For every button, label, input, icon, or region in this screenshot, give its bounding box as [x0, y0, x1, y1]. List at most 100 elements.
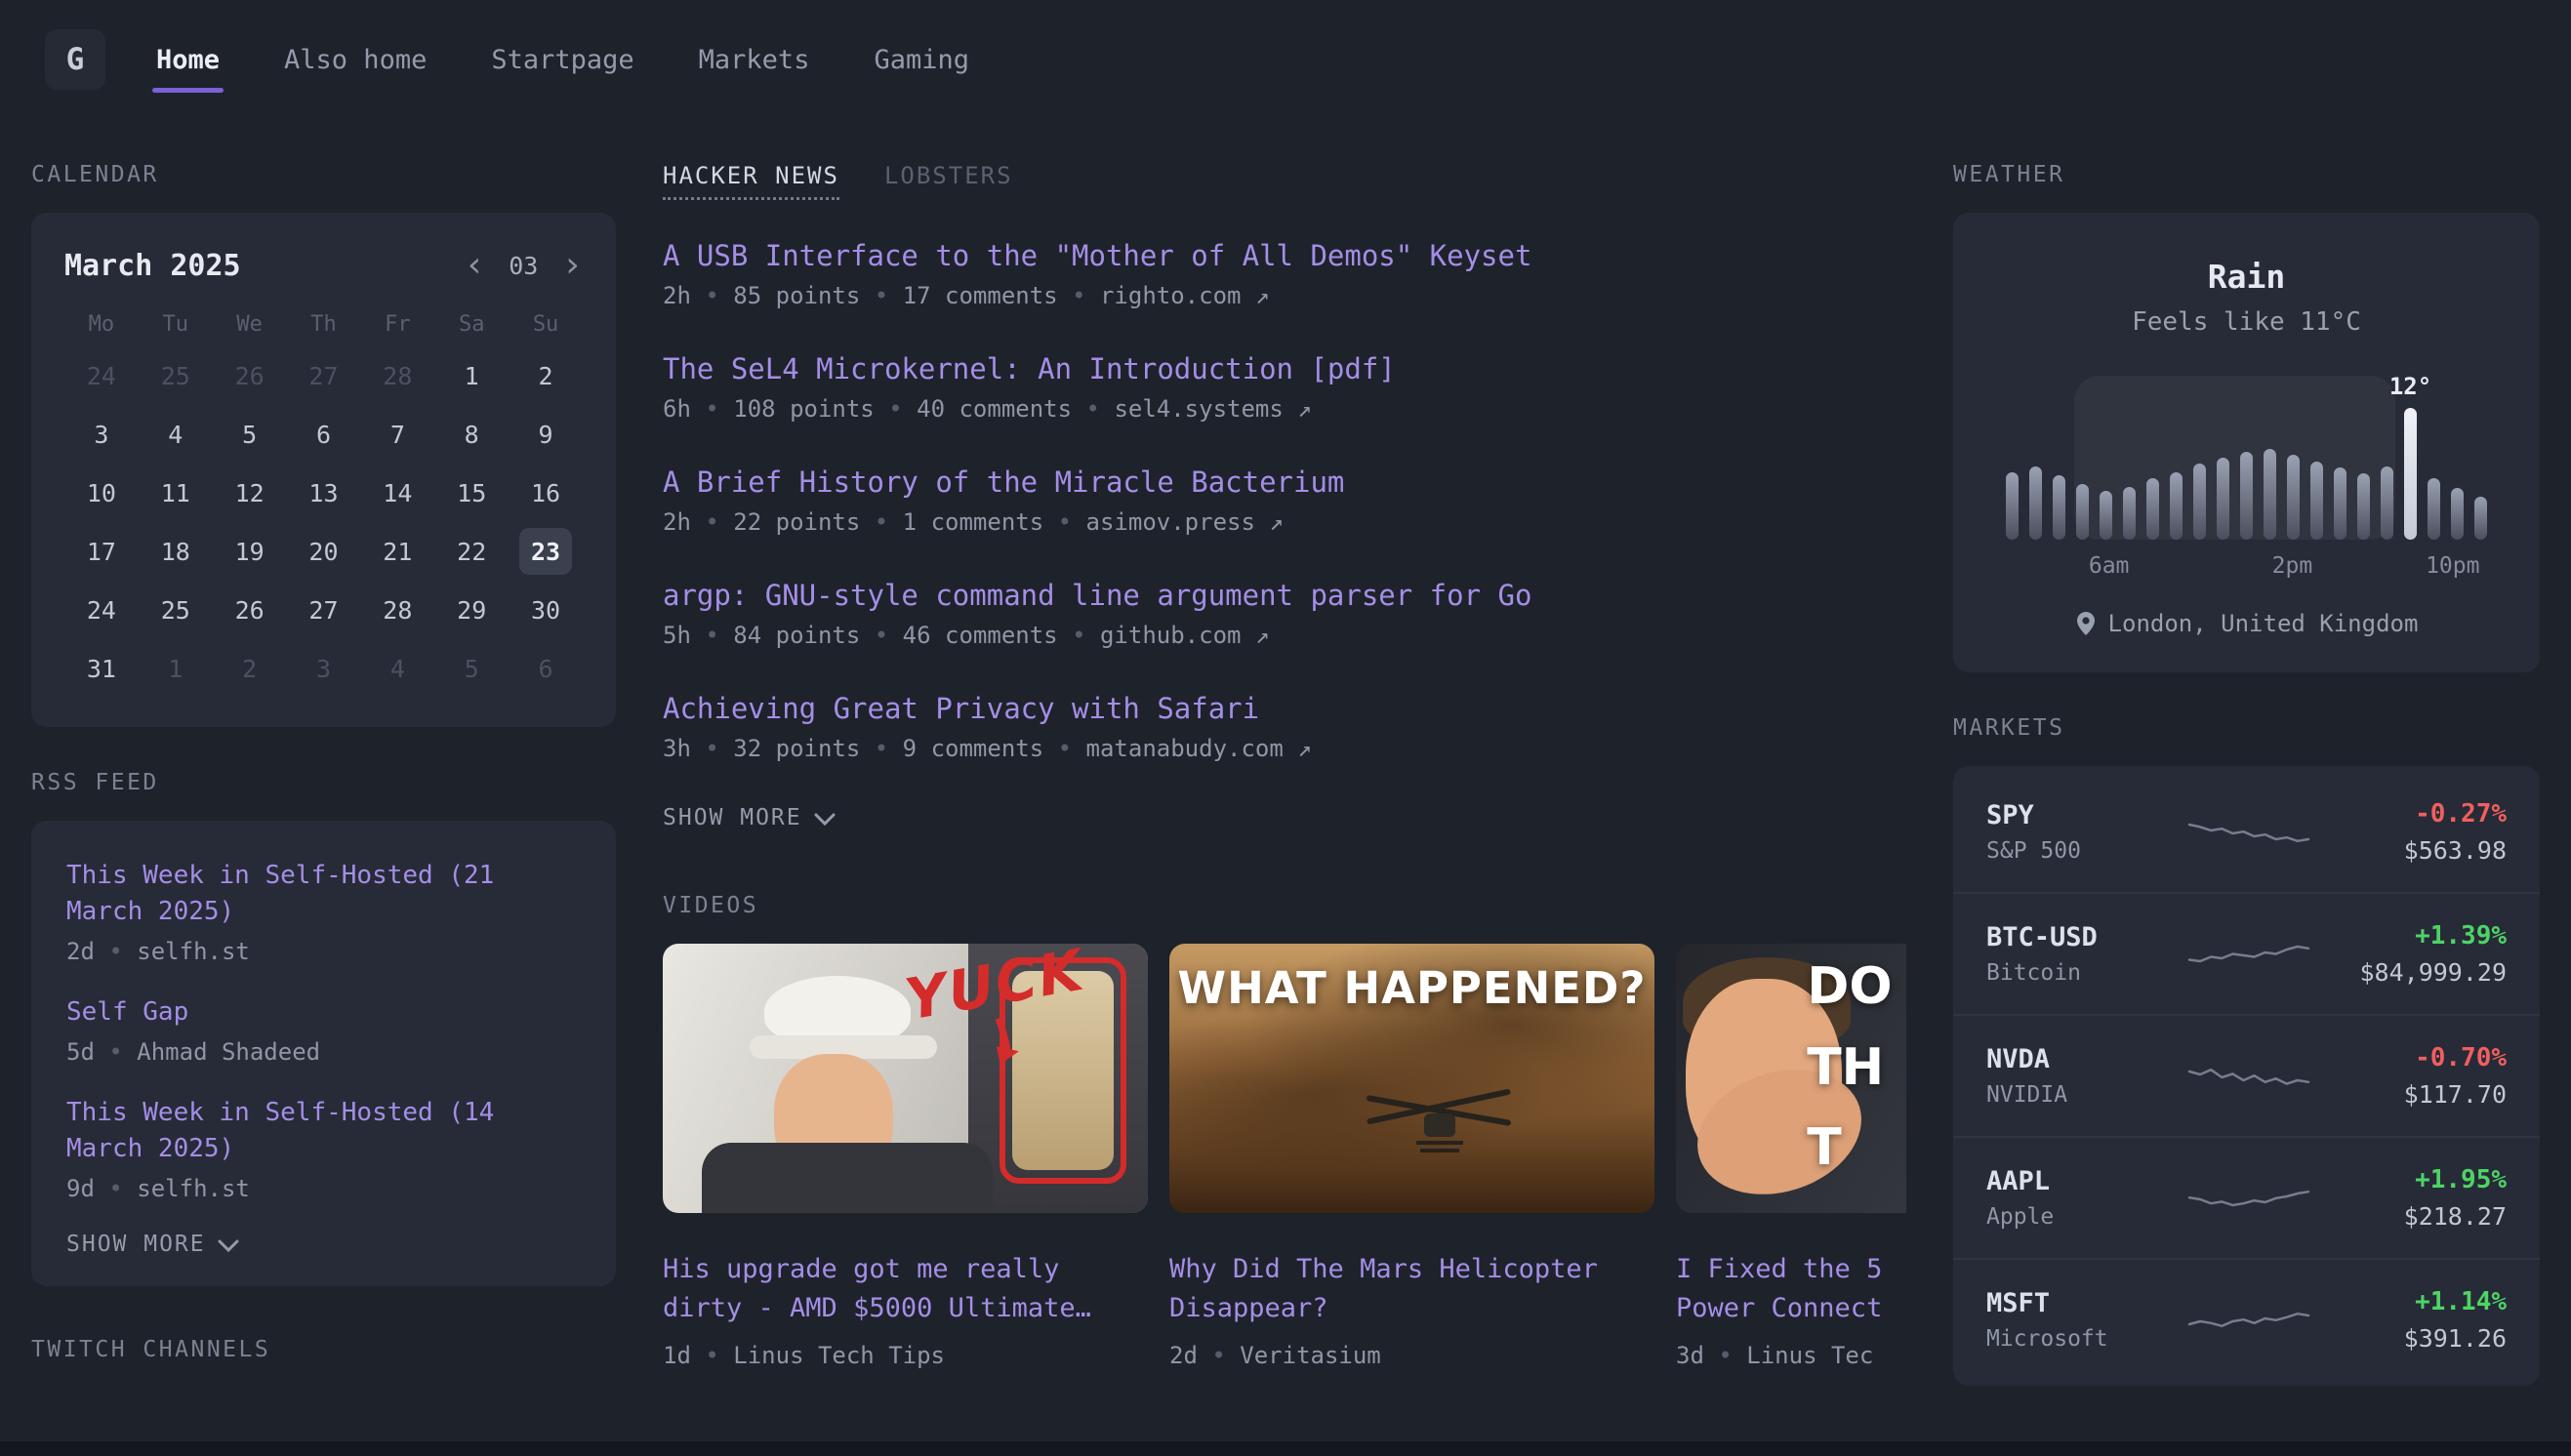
- meta-text: selfh.st: [137, 1175, 250, 1202]
- source-link[interactable]: github.com ↗: [1100, 622, 1269, 649]
- weather-hour-bar: [2310, 462, 2323, 540]
- news-show-more-button[interactable]: SHOW MORE: [663, 805, 1906, 830]
- news-item-title[interactable]: The SeL4 Microkernel: An Introduction [p…: [663, 352, 1906, 385]
- rss-section-title: RSS FEED: [31, 770, 616, 795]
- external-link-icon: ↗: [1255, 622, 1269, 649]
- market-row-aapl[interactable]: AAPLApple+1.95%$218.27: [1953, 1136, 2540, 1258]
- videos-section-title: VIDEOS: [663, 893, 1906, 918]
- market-ticker: BTC-USD: [1986, 922, 2167, 952]
- calendar-day: 24: [75, 352, 128, 399]
- market-values: +1.39%$84,999.29: [2331, 921, 2507, 987]
- calendar-day: 8: [445, 411, 498, 458]
- news-item-title[interactable]: A USB Interface to the "Mother of All De…: [663, 239, 1906, 272]
- dashboard-content: CALENDAR March 2025 ‹ 03 › MoTuWeThFrSaS…: [0, 119, 2571, 1388]
- meta-text: 2d: [1169, 1342, 1198, 1369]
- rss-items: This Week in Self-Hosted (21 March 2025)…: [66, 858, 581, 1202]
- bullet-separator: •: [691, 1342, 733, 1369]
- market-price: $84,999.29: [2331, 958, 2507, 987]
- nav-tab-gaming[interactable]: Gaming: [870, 6, 973, 114]
- calendar-day-cell: 6: [287, 405, 361, 464]
- feed-item-title[interactable]: This Week in Self-Hosted (21 March 2025): [66, 858, 581, 930]
- calendar-day: 4: [371, 645, 424, 692]
- calendar-section-title: CALENDAR: [31, 162, 616, 187]
- tab-lobsters[interactable]: LOBSTERS: [884, 162, 1013, 197]
- nav-tab-home[interactable]: Home: [152, 6, 224, 114]
- calendar-current-month-button[interactable]: 03: [509, 252, 538, 280]
- market-row-spy[interactable]: SPYS&P 500-0.27%$563.98: [1953, 772, 2540, 892]
- weather-hourly-chart: 12°: [2006, 393, 2487, 540]
- item-meta: 6h • 108 points • 40 comments • sel4.sys…: [663, 395, 1906, 423]
- external-link-icon: ↗: [1297, 395, 1311, 423]
- calendar-day: 7: [371, 411, 424, 458]
- calendar-weekday-label: Fr: [360, 312, 434, 337]
- calendar-day-cell: 23: [509, 522, 583, 581]
- video-thumbnail[interactable]: DOTHT: [1676, 944, 1906, 1213]
- calendar-weekday-label: Th: [287, 312, 361, 337]
- calendar-day-cell: 16: [509, 464, 583, 522]
- calendar-day-cell: 1: [434, 346, 509, 405]
- video-title-link[interactable]: Why Did The Mars HelicopterDisappear?: [1169, 1250, 1654, 1328]
- feed-item-title[interactable]: Self Gap: [66, 994, 581, 1031]
- source-link[interactable]: matanabudy.com ↗: [1086, 735, 1312, 762]
- logo[interactable]: G: [45, 29, 105, 90]
- calendar-day: 30: [519, 586, 572, 633]
- calendar-day-cell: 3: [287, 639, 361, 698]
- helicopter-part: [1424, 1113, 1455, 1137]
- calendar-day: 2: [519, 352, 572, 399]
- meta-text: 3h: [663, 735, 691, 762]
- chevron-down-icon: [814, 813, 836, 826]
- bullet-separator: •: [691, 508, 733, 536]
- calendar-widget: March 2025 ‹ 03 › MoTuWeThFrSaSu 2425262…: [31, 213, 616, 727]
- market-sparkline: [2184, 933, 2313, 976]
- calendar-day-cell: 6: [509, 639, 583, 698]
- video-thumbnail[interactable]: WHAT HAPPENED?: [1169, 944, 1654, 1213]
- news-tabs: HACKER NEWS LOBSTERS: [663, 162, 1906, 200]
- item-meta: 1d • Linus Tech Tips: [663, 1342, 1148, 1369]
- news-item-title[interactable]: A Brief History of the Miracle Bacterium: [663, 465, 1906, 499]
- market-name: Bitcoin: [1986, 960, 2167, 986]
- feed-item: This Week in Self-Hosted (14 March 2025)…: [66, 1095, 581, 1202]
- rss-show-more-button[interactable]: SHOW MORE: [66, 1232, 581, 1257]
- calendar-grid: 2425262728123456789101112131415161718192…: [64, 346, 583, 698]
- calendar-day-cell: 8: [434, 405, 509, 464]
- calendar-day-cell: 29: [434, 581, 509, 639]
- nav-tab-markets[interactable]: Markets: [695, 6, 814, 114]
- news-item: Achieving Great Privacy with Safari 3h • …: [663, 692, 1906, 762]
- weather-current-hour-bar: 12°: [2404, 408, 2417, 540]
- source-link[interactable]: asimov.press ↗: [1086, 508, 1284, 536]
- market-change: +1.14%: [2331, 1287, 2507, 1316]
- meta-text: Ahmad Shadeed: [137, 1038, 320, 1066]
- video-card: WHAT HAPPENED? Why Did The Mars Helicopte…: [1169, 944, 1654, 1369]
- calendar-next-icon[interactable]: ›: [561, 248, 583, 283]
- meta-text: 2h: [663, 282, 691, 309]
- news-item-title[interactable]: Achieving Great Privacy with Safari: [663, 692, 1906, 725]
- calendar-day: 4: [149, 411, 202, 458]
- thumb-overlay-text: WHAT HAPPENED?: [1169, 962, 1654, 1014]
- tab-hacker-news[interactable]: HACKER NEWS: [663, 162, 839, 200]
- external-link-icon: ↗: [1255, 282, 1269, 309]
- calendar-day: 11: [149, 469, 202, 516]
- left-column: CALENDAR March 2025 ‹ 03 › MoTuWeThFrSaS…: [31, 119, 616, 1388]
- calendar-prev-icon[interactable]: ‹: [465, 248, 486, 283]
- source-link[interactable]: righto.com ↗: [1100, 282, 1269, 309]
- weather-hour-bar: [2428, 478, 2440, 540]
- feed-item-title[interactable]: This Week in Self-Hosted (14 March 2025): [66, 1095, 581, 1167]
- meta-text: 32 points: [733, 735, 860, 762]
- video-thumbnail[interactable]: YUCK: [663, 944, 1148, 1213]
- location-pin-icon: [2075, 611, 2097, 636]
- item-meta: 3h • 32 points • 9 comments • matanabudy…: [663, 735, 1906, 762]
- video-title-line: I Fixed the 5: [1676, 1250, 1906, 1289]
- video-title-link[interactable]: His upgrade got me reallydirty - AMD $50…: [663, 1250, 1148, 1328]
- news-item-title[interactable]: argp: GNU-style command line argument pa…: [663, 579, 1906, 612]
- market-row-btc-usd[interactable]: BTC-USD Bitcoin +1.39%$84,999.29: [1953, 892, 2540, 1014]
- nav-tab-startpage[interactable]: Startpage: [487, 6, 637, 114]
- video-title-line: Disappear?: [1169, 1289, 1654, 1328]
- video-title-link[interactable]: I Fixed the 5Power Connect: [1676, 1250, 1906, 1328]
- calendar-day: 27: [297, 586, 349, 633]
- market-row-nvda[interactable]: NVDANVIDIA-0.70%$117.70: [1953, 1014, 2540, 1136]
- market-row-msft[interactable]: MSFTMicrosoft+1.14%$391.26: [1953, 1258, 2540, 1380]
- market-sparkline: [2184, 1055, 2313, 1098]
- calendar-day: 28: [371, 586, 424, 633]
- nav-tab-also-home[interactable]: Also home: [280, 6, 430, 114]
- source-link[interactable]: sel4.systems ↗: [1114, 395, 1311, 423]
